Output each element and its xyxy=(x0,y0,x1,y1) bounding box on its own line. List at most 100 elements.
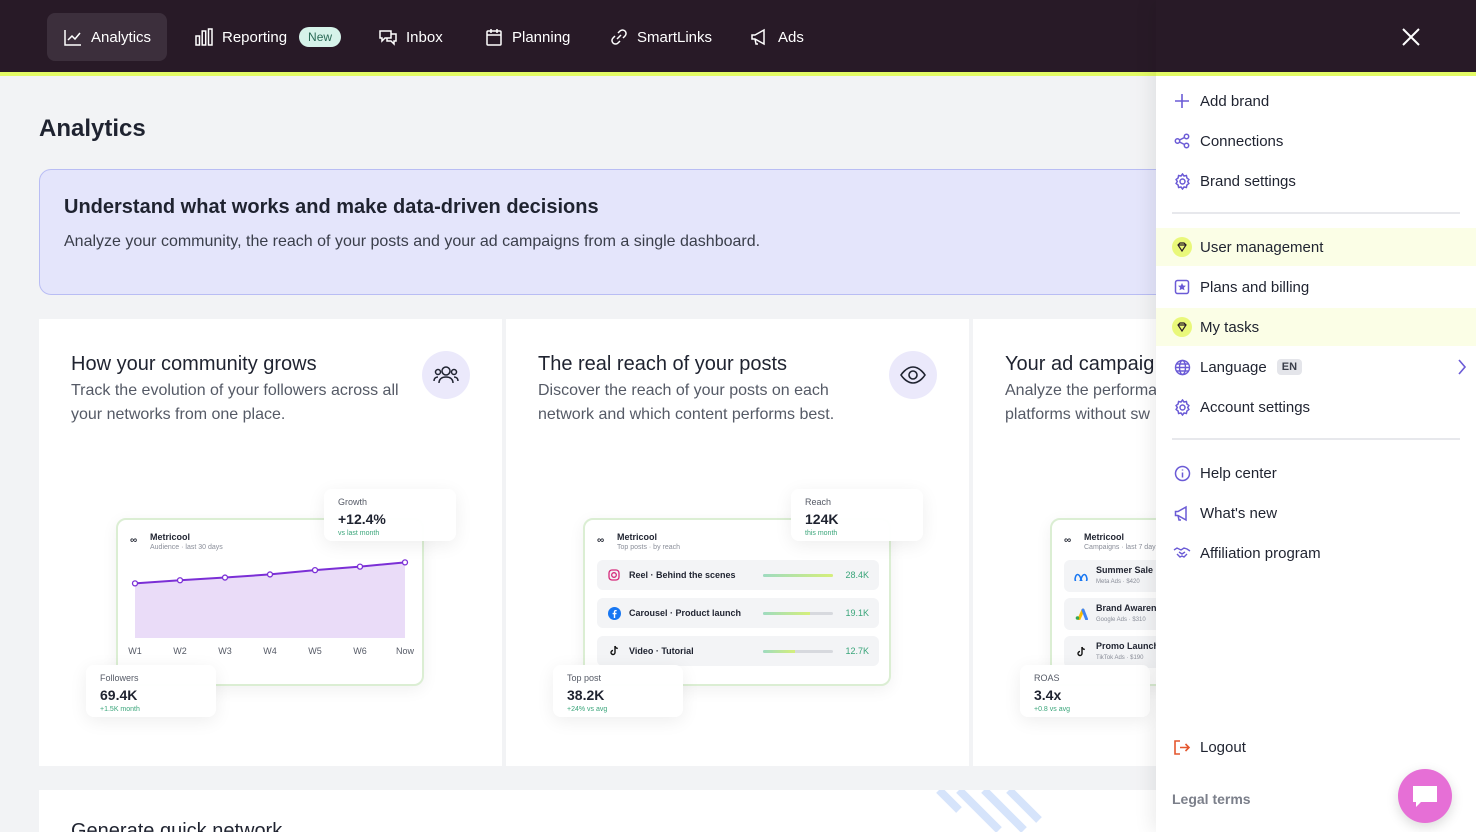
data-point xyxy=(176,577,184,584)
roas-stat-card: ROAS 3.4x +0.8 vs avg xyxy=(1020,665,1150,717)
gem-icon xyxy=(1172,237,1192,257)
gear-icon xyxy=(1172,171,1192,191)
data-point xyxy=(401,559,409,566)
card-description: Discover the reach of your posts on each… xyxy=(538,382,835,423)
nav-smartlinks[interactable]: SmartLinks xyxy=(593,13,728,61)
top-post-stat-card: Top post 38.2K +24% vs avg xyxy=(553,665,683,717)
nav-label: Inbox xyxy=(406,28,443,46)
card-description: Track the evolution of your followers ac… xyxy=(71,382,399,423)
stat-label: Top post xyxy=(567,673,602,683)
menu-label: Plans and billing xyxy=(1200,278,1310,296)
menu-label: Affiliation program xyxy=(1200,544,1321,562)
stat-label: Growth xyxy=(338,497,368,507)
stat-label: ROAS xyxy=(1034,673,1060,683)
card-title: Generate quick network xyxy=(71,820,283,832)
stat-value: 38.2K xyxy=(567,687,605,703)
plus-icon xyxy=(1172,91,1192,111)
menu-logout[interactable]: Logout xyxy=(1156,728,1476,766)
meta-icon xyxy=(1074,569,1088,583)
campaign-sub: Meta Ads · $420 xyxy=(1096,579,1140,585)
tiktok-icon xyxy=(1074,645,1088,659)
menu-connections[interactable]: Connections xyxy=(1156,122,1476,160)
post-row: Reel · Behind the scenes 28.4K xyxy=(597,560,879,590)
card-title: The real reach of your posts xyxy=(538,353,788,375)
x-tick-label: W3 xyxy=(218,646,232,656)
community-card[interactable]: How your community grows Track the evolu… xyxy=(39,319,502,766)
menu-help-center[interactable]: Help center xyxy=(1156,454,1476,492)
data-point xyxy=(131,580,139,587)
post-label: Video · Tutorial xyxy=(629,646,694,656)
menu-brand-settings[interactable]: Brand settings xyxy=(1156,162,1476,200)
campaign-sub: TikTok Ads · $190 xyxy=(1096,655,1144,661)
chat-bubbles-icon xyxy=(379,30,397,46)
close-icon[interactable] xyxy=(1398,24,1424,50)
info-icon xyxy=(1172,463,1192,483)
nav-analytics[interactable]: Analytics xyxy=(47,13,168,61)
megaphone-icon xyxy=(1172,503,1192,523)
banner-text: Analyze your community, the reach of you… xyxy=(64,233,761,250)
nav-planning[interactable]: Planning xyxy=(468,13,586,61)
nav-reporting[interactable]: Reporting New xyxy=(178,13,357,61)
top-posts-preview: ∞ Metricool Top posts · by reach Reel · … xyxy=(583,518,891,686)
data-point xyxy=(356,563,364,570)
link-icon xyxy=(611,29,627,45)
menu-my-tasks[interactable]: My tasks xyxy=(1156,308,1476,346)
campaign-label: Brand Awaren xyxy=(1096,603,1157,613)
menu-label: Connections xyxy=(1200,132,1284,150)
nav-inbox[interactable]: Inbox xyxy=(362,13,459,61)
nav-ads[interactable]: Ads xyxy=(734,13,820,61)
menu-user-management[interactable]: User management xyxy=(1156,228,1476,266)
decorative-stripes-icon xyxy=(936,790,1042,832)
legal-terms-link[interactable]: Legal terms xyxy=(1172,791,1251,807)
menu-plans-billing[interactable]: Plans and billing xyxy=(1156,268,1476,306)
line-chart-icon xyxy=(64,30,81,46)
stat-label: Reach xyxy=(805,497,832,507)
menu-label: User management xyxy=(1200,238,1324,256)
stat-delta: vs last month xyxy=(338,530,380,537)
quick-network-card[interactable]: Generate quick network xyxy=(39,790,1219,832)
logout-icon xyxy=(1172,737,1192,757)
stat-delta: +0.8 vs avg xyxy=(1034,706,1070,713)
facebook-icon xyxy=(607,606,621,620)
menu-label: Brand settings xyxy=(1200,172,1296,190)
stat-value: 69.4K xyxy=(100,687,138,703)
gem-icon xyxy=(1172,317,1192,337)
reach-card[interactable]: The real reach of your posts Discover th… xyxy=(506,319,969,766)
x-tick-label: W1 xyxy=(128,646,142,656)
side-menu-header xyxy=(1156,0,1476,76)
community-icon xyxy=(422,351,470,399)
gear-icon xyxy=(1172,397,1192,417)
handshake-icon xyxy=(1172,543,1192,563)
post-reach-bar xyxy=(763,649,833,653)
page-title: Analytics xyxy=(39,115,146,142)
post-reach-value: 12.7K xyxy=(845,646,869,656)
chat-support-button[interactable] xyxy=(1398,769,1452,823)
post-label: Reel · Behind the scenes xyxy=(629,570,736,580)
followers-stat-card: Followers 69.4K +1.5K month xyxy=(86,665,216,717)
chevron-right-icon xyxy=(1458,359,1467,375)
menu-account-settings[interactable]: Account settings xyxy=(1156,388,1476,426)
stat-delta: this month xyxy=(805,530,838,537)
followers-area-chart: W1 W2 W3 W4 W5 W6 Now xyxy=(128,559,414,656)
data-point xyxy=(311,566,319,574)
menu-label: Add brand xyxy=(1200,92,1270,110)
menu-divider xyxy=(1172,212,1460,214)
google-ads-icon xyxy=(1074,607,1088,621)
menu-label: Account settings xyxy=(1200,398,1311,416)
language-badge: EN xyxy=(1276,359,1303,375)
post-row: Carousel · Product launch 19.1K xyxy=(597,598,879,628)
nav-label: Reporting xyxy=(222,28,288,46)
menu-add-brand[interactable]: Add brand xyxy=(1156,82,1476,120)
data-point xyxy=(221,574,229,581)
info-banner: Understand what works and make data-driv… xyxy=(39,169,1219,295)
new-badge: New xyxy=(299,27,342,47)
menu-affiliation[interactable]: Affiliation program xyxy=(1156,534,1476,572)
menu-language[interactable]: Language EN xyxy=(1156,348,1476,386)
stat-delta: +1.5K month xyxy=(100,706,140,713)
menu-whats-new[interactable]: What's new xyxy=(1156,494,1476,532)
menu-label: Help center xyxy=(1200,464,1277,482)
post-reach-value: 28.4K xyxy=(845,570,869,580)
campaign-label: Summer Sale xyxy=(1096,565,1154,575)
banner-title: Understand what works and make data-driv… xyxy=(64,196,599,218)
preview-subtitle: Top posts · by reach xyxy=(617,544,681,551)
